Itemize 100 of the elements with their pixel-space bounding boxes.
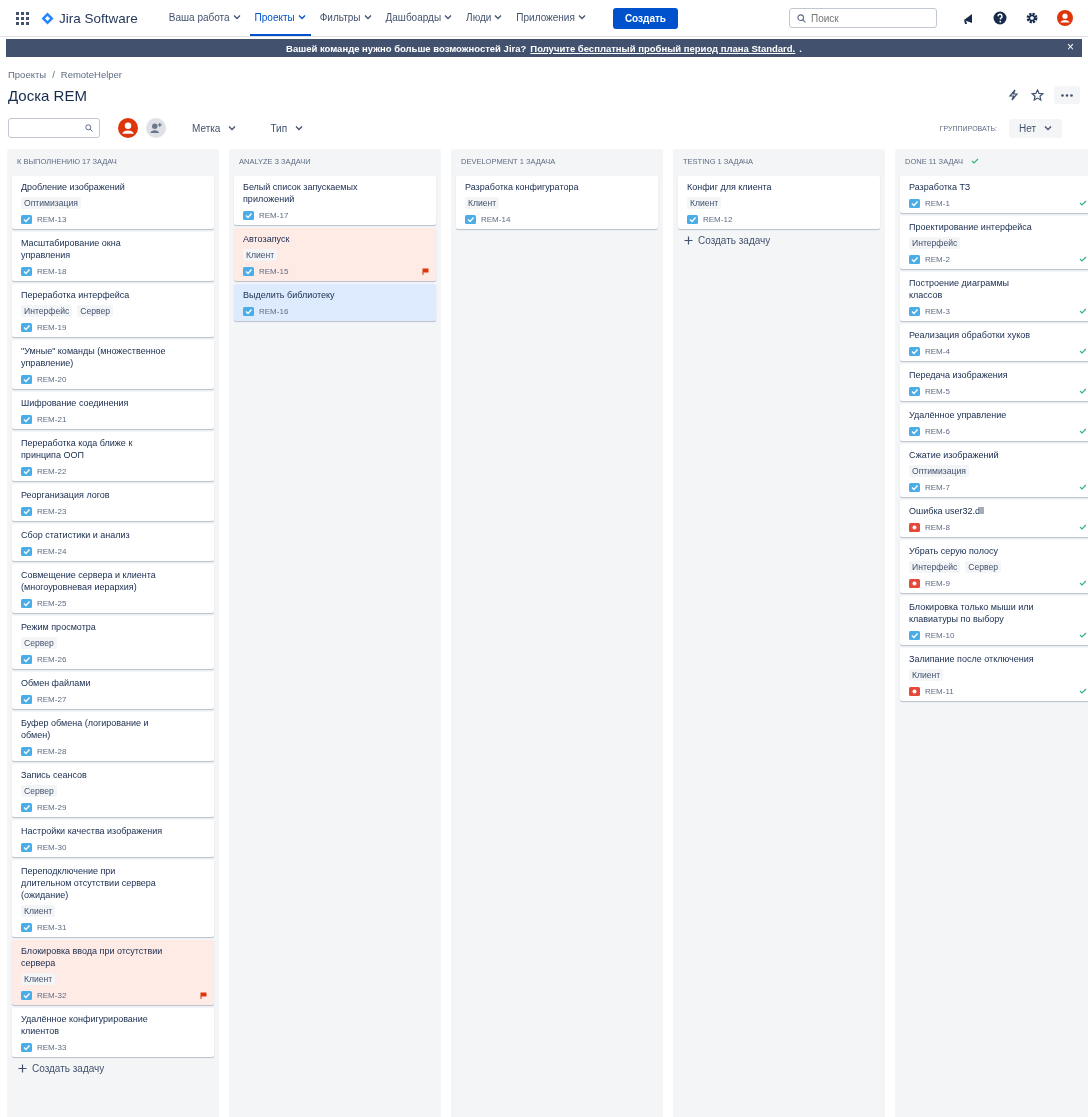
filter-search-field[interactable] <box>8 118 100 138</box>
issue-label: Интерфейс <box>909 237 961 249</box>
more-button[interactable] <box>1054 86 1080 104</box>
create-issue-button[interactable]: Создать задачу <box>678 232 880 249</box>
more-icon <box>1061 93 1073 97</box>
lightning-icon[interactable] <box>1008 89 1019 101</box>
issue-card[interactable]: Совмещение сервера и клиента (многоуровневая иерархия) REM-25 <box>12 564 214 613</box>
check-icon <box>1079 688 1087 694</box>
filter-dropdown[interactable]: Тип <box>262 119 312 137</box>
issue-key: REM-2 <box>925 254 1074 264</box>
nav-menu[interactable]: Дашбоарды <box>380 0 458 36</box>
breadcrumb[interactable]: / <box>52 69 55 80</box>
issue-card[interactable]: Построение диаграммы классов REM-3 <box>900 272 1088 321</box>
issue-title: Буфер обмена (логирование и обмен) <box>21 717 150 741</box>
help-icon[interactable] <box>993 11 1007 25</box>
issue-card[interactable]: Залипание после отключения Клиент REM-11 <box>900 648 1088 701</box>
chevron-icon <box>295 125 304 131</box>
issue-card[interactable]: Шифрование соединения REM-21 <box>12 392 214 429</box>
nav-menu[interactable]: Проекты <box>249 0 311 36</box>
issue-key: REM-18 <box>37 266 207 276</box>
issue-key: REM-11 <box>925 686 1074 696</box>
issue-title: Разработка ТЗ <box>909 181 972 193</box>
nav-menu[interactable]: Фильтры <box>314 0 377 36</box>
nav-menu[interactable]: Люди <box>461 0 508 36</box>
issue-card[interactable]: Обмен файлами REM-27 <box>12 672 214 709</box>
issue-card[interactable]: Разработка ТЗ REM-1 <box>900 176 1088 213</box>
create-issue-button[interactable]: Создать задачу <box>12 1060 214 1077</box>
issue-card[interactable]: Режим просмотра Сервер REM-26 <box>12 616 214 669</box>
create-button[interactable]: Создать <box>612 7 678 29</box>
check-icon <box>1079 348 1087 354</box>
issue-card[interactable]: Конфиг для клиента Клиент REM-12 <box>678 176 880 229</box>
plus-icon <box>18 1064 27 1073</box>
issue-card[interactable]: Переподключение при длительном отсутствии сервера (ожидание) Клиент REM-31 <box>12 860 214 937</box>
issue-title: Разработка конфигуратора <box>465 181 580 193</box>
settings-icon[interactable] <box>1025 11 1039 25</box>
issue-card[interactable]: Запись сеансов Сервер REM-29 <box>12 764 214 817</box>
issue-card[interactable]: Удалённое управление REM-6 <box>900 404 1088 441</box>
issue-card[interactable]: Выделить библиотеку REM-16 <box>234 284 436 321</box>
issue-card[interactable]: Удалённое конфигурирование клиентов REM-33 <box>12 1008 214 1057</box>
search-field[interactable]: Поиск <box>789 8 937 28</box>
issue-label: Оптимизация <box>909 465 969 477</box>
star-icon[interactable] <box>1031 88 1044 102</box>
issue-card[interactable]: Белый список запускаемых приложений REM-17 <box>234 176 436 225</box>
avatar-icon[interactable] <box>118 118 138 138</box>
issue-key: REM-22 <box>37 466 207 476</box>
issue-title: Обмен файлами <box>21 677 92 689</box>
issue-title: Блокировка ввода при отсутствии сервера <box>21 945 164 969</box>
issue-card[interactable]: Сжатие изображений Оптимизация REM-7 <box>900 444 1088 497</box>
chevron-icon <box>232 14 241 20</box>
nav-menu[interactable]: Приложения <box>511 0 591 36</box>
flag-icon <box>422 267 429 275</box>
issue-card[interactable]: Переработка интерфейса Интерфейс Сервер REM-19 <box>12 284 214 337</box>
issue-title: Конфиг для клиента <box>687 181 773 193</box>
issue-card[interactable]: Передача изображения REM-5 <box>900 364 1088 401</box>
avatar-icon[interactable] <box>1057 10 1073 26</box>
issue-title: Белый список запускаемых приложений <box>243 181 359 205</box>
issue-card[interactable]: Буфер обмена (логирование и обмен) REM-28 <box>12 712 214 761</box>
issue-card[interactable]: "Умные" команды (множественное управление) REM-20 <box>12 340 214 389</box>
nav-menu[interactable]: Ваша работа <box>163 0 246 36</box>
issue-key: REM-13 <box>37 214 207 224</box>
issue-card[interactable]: Ошибка user32.dll REM-8 <box>900 500 1088 537</box>
close-button[interactable]: × <box>1067 40 1074 54</box>
breadcrumb[interactable]: Проекты <box>8 69 47 80</box>
product-name[interactable]: Jira Software <box>59 10 138 26</box>
issue-key: REM-14 <box>481 214 651 224</box>
megaphone-icon[interactable] <box>962 11 975 25</box>
check-icon <box>1079 256 1087 262</box>
issue-title: Проектирование интерфейса <box>909 221 1033 233</box>
issue-card[interactable]: Масштабирование окна управления REM-18 <box>12 232 214 281</box>
issue-card[interactable]: Настройки качества изображения REM-30 <box>12 820 214 857</box>
issue-label: Оптимизация <box>21 197 81 209</box>
app-switcher-icon[interactable] <box>16 11 29 25</box>
issue-title: Реализация обработки хуков <box>909 329 1032 341</box>
issue-card[interactable]: Проектирование интерфейса Интерфейс REM-2 <box>900 216 1088 269</box>
issue-label: Сервер <box>965 561 1002 573</box>
issue-card[interactable]: Реорганизация логов REM-23 <box>12 484 214 521</box>
issue-card[interactable]: Автозапуск Клиент REM-15 <box>234 228 436 281</box>
issue-key: REM-4 <box>925 346 1074 356</box>
group-by-dropdown[interactable]: Нет <box>1008 118 1062 138</box>
issue-card[interactable]: Сбор статистики и анализ REM-24 <box>12 524 214 561</box>
filter-dropdown[interactable]: Метка <box>184 119 245 137</box>
issue-key: REM-16 <box>259 306 429 316</box>
issue-card[interactable]: Дробление изображений Оптимизация REM-13 <box>12 176 214 229</box>
issue-title: Масштабирование окна управления <box>21 237 122 261</box>
breadcrumb[interactable]: RemoteHelper <box>60 69 122 80</box>
issue-title: Убрать серую полосу <box>909 545 999 557</box>
issue-card[interactable]: Реализация обработки хуков REM-4 <box>900 324 1088 361</box>
issue-card[interactable]: Убрать серую полосу Интерфейс Сервер REM-9 <box>900 540 1088 593</box>
issue-card[interactable]: Блокировка ввода при отсутствии сервера Клиент REM-32 <box>12 940 214 1005</box>
issue-title: Передача изображения <box>909 369 1009 381</box>
add-person-icon[interactable] <box>146 118 166 138</box>
issue-key: REM-25 <box>37 598 207 608</box>
issue-title: Блокировка только мыши или клавиатуры по выбору <box>909 601 1035 625</box>
issue-title: Автозапуск <box>243 233 291 245</box>
issue-key: REM-30 <box>37 842 207 852</box>
trial-link[interactable]: Получите бесплатный пробный период плана Standard. <box>530 42 796 54</box>
issue-card[interactable]: Разработка конфигуратора Клиент REM-14 <box>456 176 658 229</box>
issue-card[interactable]: Переработка кода ближе к принципа ООП REM-22 <box>12 432 214 481</box>
issue-key: REM-9 <box>925 578 1074 588</box>
issue-card[interactable]: Блокировка только мыши или клавиатуры по выбору REM-10 <box>900 596 1088 645</box>
